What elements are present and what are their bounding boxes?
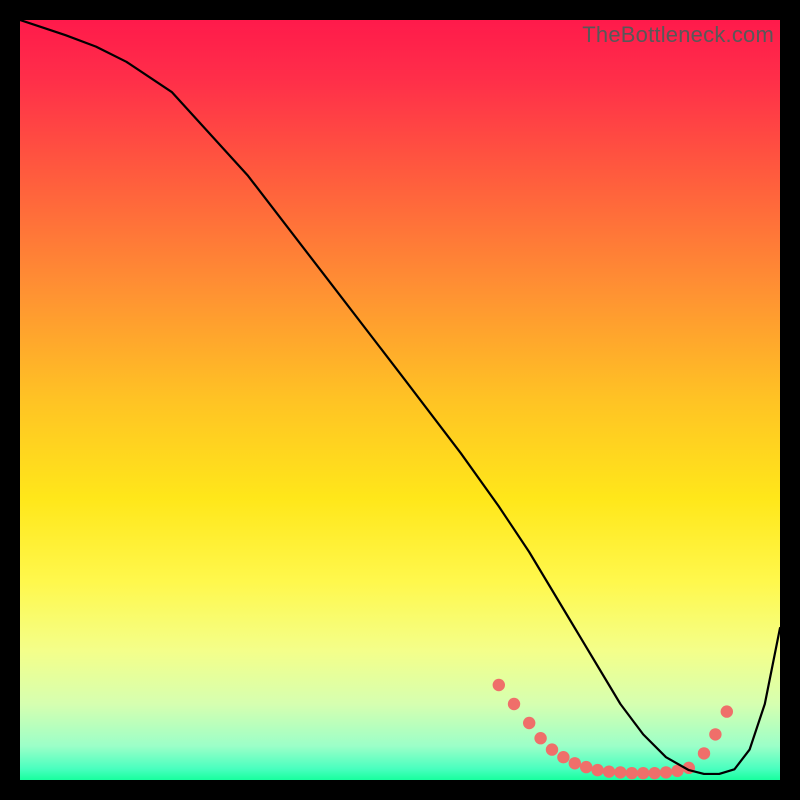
trough-dot [508, 698, 520, 710]
plot-area: TheBottleneck.com [18, 18, 782, 782]
chart-stage: TheBottleneck.com [0, 0, 800, 800]
trough-dot [614, 766, 626, 778]
trough-dot [648, 767, 660, 779]
chart-svg [20, 20, 780, 780]
trough-dot [660, 766, 672, 778]
trough-dot [493, 679, 505, 691]
trough-dot [557, 751, 569, 763]
trough-dot [534, 732, 546, 744]
curve-line [20, 20, 780, 774]
markers-group [493, 679, 733, 780]
trough-dot [523, 717, 535, 729]
trough-dot [709, 728, 721, 740]
trough-dot [626, 767, 638, 779]
trough-dot [603, 765, 615, 777]
trough-dot [721, 705, 733, 717]
trough-dot [637, 767, 649, 779]
trough-dot [580, 761, 592, 773]
trough-dot [546, 743, 558, 755]
trough-dot [698, 747, 710, 759]
trough-dot [569, 757, 581, 769]
trough-dot [591, 764, 603, 776]
